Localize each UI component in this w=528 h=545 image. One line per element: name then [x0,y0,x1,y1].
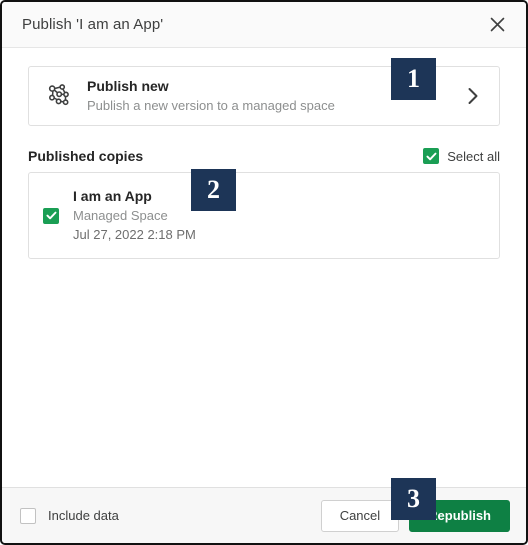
network-graph-icon [43,79,77,113]
list-item-space: Managed Space [73,208,168,223]
checkbox-unchecked-icon [20,507,36,524]
annotation-badge-3: 3 [391,478,436,520]
list-item-name: I am an App [73,188,152,204]
select-all-checkbox[interactable]: Select all [423,148,500,164]
published-copies-header: Published copies Select all [28,148,500,164]
checkbox-checked-icon [423,148,440,164]
list-item[interactable]: I am an App Managed Space Jul 27, 2022 2… [28,172,500,259]
annotation-badge-1: 1 [391,58,436,100]
list-item-date: Jul 27, 2022 2:18 PM [73,227,196,242]
cancel-button[interactable]: Cancel [320,499,400,532]
dialog-header: Publish 'I am an App' [2,2,526,48]
include-data-checkbox[interactable]: Include data [20,507,119,524]
chevron-right-icon[interactable] [463,87,483,105]
publish-dialog: Publish 'I am an App' Publish new Publis… [0,0,528,545]
dialog-footer: Include data Cancel Republish [2,487,526,543]
dialog-body: Publish new Publish a new version to a m… [2,48,526,487]
checkbox-checked-icon [43,207,59,224]
page-title: Publish 'I am an App' [22,16,164,33]
list-item-checkbox[interactable] [43,207,59,224]
annotation-badge-2: 2 [191,169,236,211]
select-all-label: Select all [447,148,500,164]
list-item-info: I am an App Managed Space Jul 27, 2022 2… [73,187,483,244]
close-icon[interactable] [484,12,510,38]
include-data-label: Include data [48,508,119,523]
published-copies-label: Published copies [28,148,144,164]
